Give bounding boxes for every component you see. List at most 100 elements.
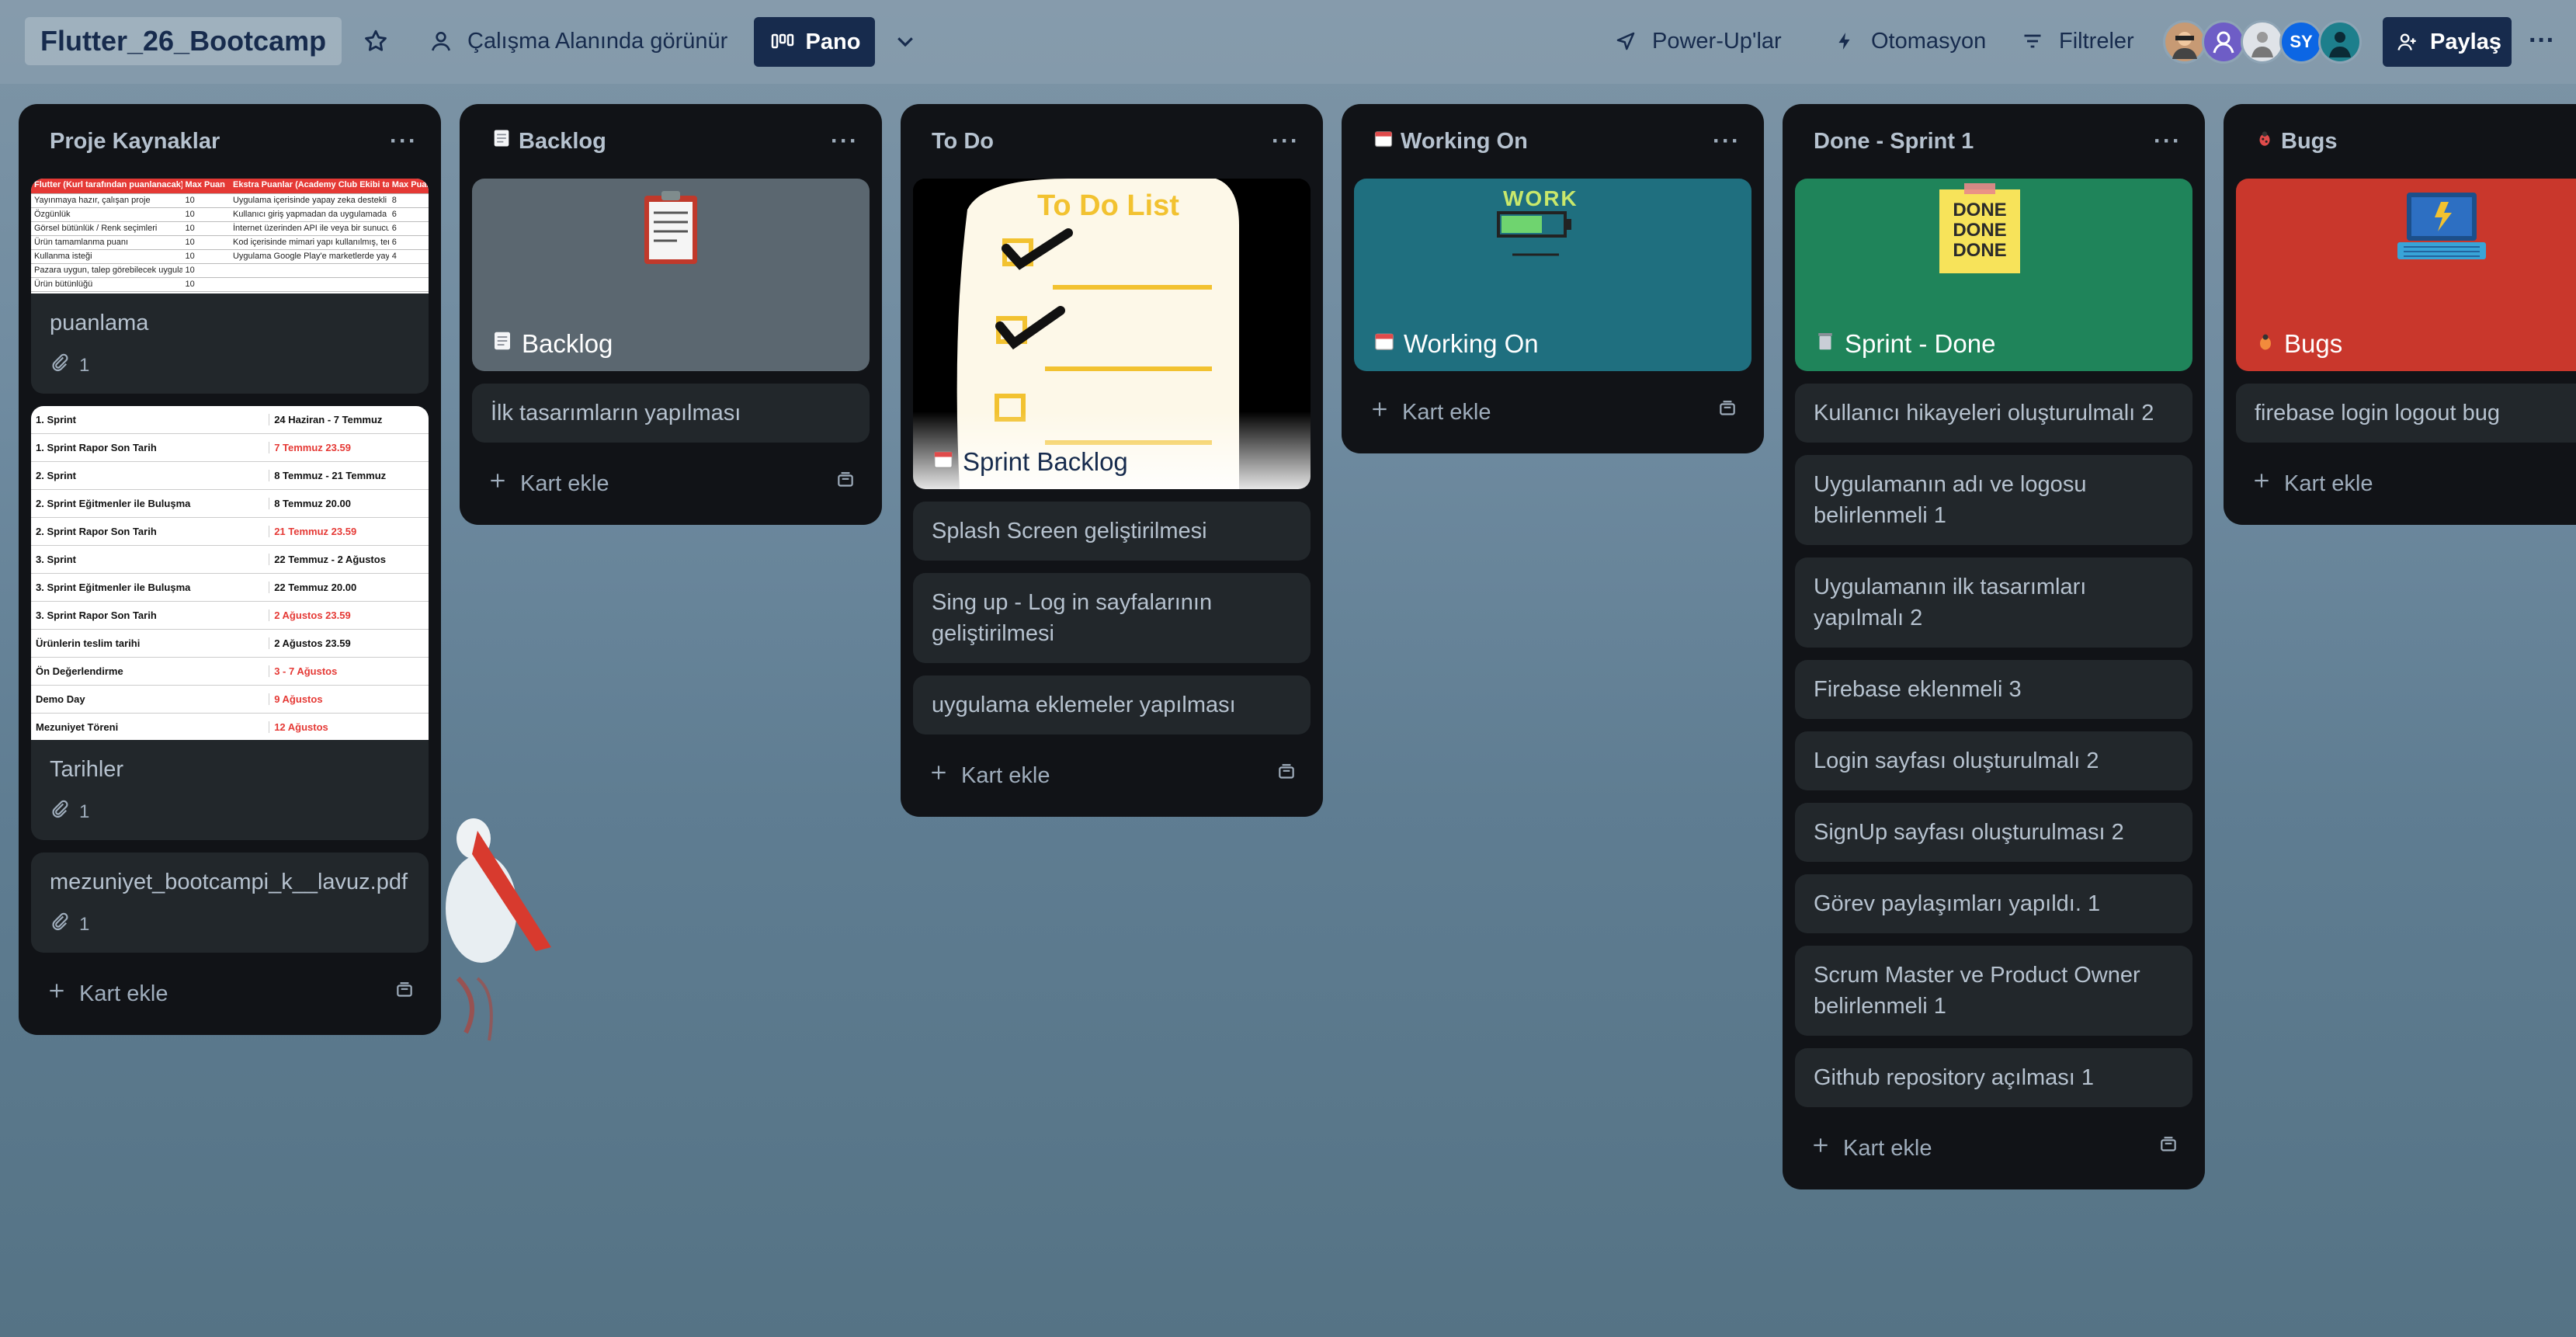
- sheet-row: Ürünlerin teslim tarihi 2 Ağustos 23.59: [31, 630, 429, 658]
- board-view-button[interactable]: Pano: [754, 17, 875, 67]
- visibility-button[interactable]: Çalışma Alanında görünür: [427, 17, 727, 65]
- star-icon: [362, 27, 390, 55]
- card[interactable]: uygulama eklemeler yapılması: [913, 675, 1311, 734]
- card[interactable]: Login sayfası oluşturulmalı 2: [1795, 731, 2192, 790]
- create-from-template-icon[interactable]: [1717, 399, 1738, 425]
- bug-emoji-icon: [2255, 128, 2275, 155]
- plus-icon: [929, 762, 949, 789]
- add-card-row: Kart ekle: [472, 455, 870, 512]
- notepad-emoji-icon: [491, 127, 512, 155]
- card[interactable]: SignUp sayfası oluşturulması 2: [1795, 803, 2192, 862]
- list-title[interactable]: Proje Kaynaklar: [50, 129, 220, 155]
- card[interactable]: Splash Screen geliştirilmesi: [913, 502, 1311, 561]
- sheet-cell: 6: [391, 210, 397, 219]
- card[interactable]: Firebase eklenmeli 3: [1795, 660, 2192, 719]
- avatar[interactable]: [2163, 20, 2206, 64]
- list-header: Done - Sprint 1 ···: [1795, 104, 2192, 179]
- add-card-row: Kart ekle: [2236, 455, 2576, 512]
- card-puanlama[interactable]: Flutter (Kurl tarafından puanlanacak) Max…: [31, 179, 429, 394]
- filters-button[interactable]: Filtreler: [2019, 17, 2134, 65]
- sheet-cell: 22 Temmuz 20.00: [274, 582, 357, 593]
- card[interactable]: firebase login logout bug: [2236, 384, 2576, 443]
- create-from-template-icon[interactable]: [835, 471, 856, 497]
- share-button[interactable]: Paylaş: [2383, 17, 2512, 67]
- add-card-row: Kart ekle: [1354, 384, 1751, 441]
- create-from-template-icon[interactable]: [1276, 762, 1297, 789]
- list-menu-button[interactable]: ···: [1713, 128, 1741, 155]
- card[interactable]: Github repository açılması 1: [1795, 1048, 2192, 1107]
- card-working-on-cover[interactable]: WORK Working On: [1354, 179, 1751, 371]
- sheet-cell: İnternet üzerinden API ile veya bir sunu…: [232, 224, 389, 233]
- star-button[interactable]: [362, 17, 390, 65]
- board-menu-button[interactable]: ···: [2523, 23, 2560, 61]
- plus-icon: [1370, 399, 1390, 425]
- card[interactable]: Scrum Master ve Product Owner belirlenme…: [1795, 946, 2192, 1036]
- avatar[interactable]: SY: [2279, 20, 2323, 64]
- avatar[interactable]: [2241, 20, 2284, 64]
- powerups-button[interactable]: Power-Up'lar: [1612, 17, 1782, 65]
- list-title[interactable]: Done - Sprint 1: [1814, 129, 1974, 155]
- cover-label-text: Working On: [1404, 329, 1539, 358]
- sheet-cell: 2. Sprint Eğitmenler ile Buluşma: [31, 498, 270, 509]
- list-menu-button[interactable]: ···: [2154, 128, 2182, 155]
- card[interactable]: Kullanıcı hikayeleri oluşturulmalı 2: [1795, 384, 2192, 443]
- add-card-label: Kart ekle: [2284, 471, 2373, 496]
- plus-icon: [1810, 1135, 1831, 1162]
- add-card-button[interactable]: Kart ekle: [929, 762, 1050, 789]
- list-menu-button[interactable]: ···: [831, 128, 859, 155]
- list-title[interactable]: Bugs: [2255, 128, 2338, 155]
- board-view-icon: [769, 28, 797, 56]
- lightning-icon: [1831, 27, 1859, 55]
- create-from-template-icon[interactable]: [394, 981, 415, 1007]
- sheet-cell: 4: [391, 252, 397, 261]
- list-menu-button[interactable]: ···: [390, 128, 418, 155]
- board-title[interactable]: Flutter_26_Bootcamp: [25, 17, 342, 65]
- card-backlog-cover[interactable]: Backlog: [472, 179, 870, 371]
- sheet-row: 3. Sprint 22 Temmuz - 2 Ağustos: [31, 546, 429, 574]
- card-title: mezuniyet_bootcampi_k__lavuz.pdf: [50, 870, 408, 894]
- sheet-cell: 1. Sprint Rapor Son Tarih: [31, 442, 270, 453]
- add-card-button[interactable]: Kart ekle: [1810, 1135, 1932, 1162]
- card[interactable]: Uygulamanın adı ve logosu belirlenmeli 1: [1795, 455, 2192, 545]
- add-card-button[interactable]: Kart ekle: [488, 471, 609, 497]
- add-card-button[interactable]: Kart ekle: [2251, 471, 2373, 497]
- sheet-cell: 2. Sprint Rapor Son Tarih: [31, 526, 270, 537]
- add-card-row: Kart ekle: [31, 965, 429, 1023]
- card[interactable]: İlk tasarımların yapılması: [472, 384, 870, 443]
- avatar[interactable]: [2318, 20, 2362, 64]
- sheet-cell: 10: [185, 266, 195, 275]
- card[interactable]: Uygulamanın ilk tasarımları yapılmalı 2: [1795, 557, 2192, 648]
- list-title[interactable]: Working On: [1373, 127, 1528, 155]
- sheet-cell: 7 Temmuz 23.59: [274, 442, 351, 453]
- card-mezuniyet-pdf[interactable]: mezuniyet_bootcampi_k__lavuz.pdf 1: [31, 853, 429, 953]
- sheet-cell: Flutter (Kurl tarafından puanlanacak): [34, 180, 182, 189]
- board-header: Flutter_26_Bootcamp Çalışma Alanında gör…: [0, 0, 2576, 84]
- list-menu-button[interactable]: ···: [1272, 128, 1300, 155]
- add-card-row: Kart ekle: [913, 747, 1311, 804]
- sheet-cell: 2 Ağustos 23.59: [274, 609, 351, 621]
- add-card-button[interactable]: Kart ekle: [1370, 399, 1491, 425]
- attachment-count: 1: [79, 800, 90, 822]
- automation-button[interactable]: Otomasyon: [1831, 17, 1986, 65]
- card-title: Uygulamanın adı ve logosu belirlenmeli 1: [1814, 472, 2087, 528]
- avatar[interactable]: [2202, 20, 2245, 64]
- sheet-cell: Ürün bütünlüğü: [34, 280, 93, 289]
- card[interactable]: Sing up - Log in sayfalarının geliştiril…: [913, 573, 1311, 663]
- list-title[interactable]: To Do: [932, 129, 994, 155]
- card-tarihler[interactable]: 1. Sprint 24 Haziran - 7 Temmuz 1. Sprint …: [31, 406, 429, 840]
- card-sprint-done-cover[interactable]: DONE DONE DONE Sprint - Done: [1795, 179, 2192, 371]
- view-switcher-dropdown[interactable]: [891, 17, 919, 65]
- add-card-button[interactable]: Kart ekle: [47, 981, 168, 1007]
- done-line: DONE: [1953, 240, 2007, 261]
- card-bugs-cover[interactable]: Bugs: [2236, 179, 2576, 371]
- sheet-cell: 2 Ağustos 23.59: [274, 637, 351, 649]
- card-sprint-backlog-cover[interactable]: To Do List Sprint Backlog: [913, 179, 1311, 489]
- filters-label: Filtreler: [2059, 28, 2134, 54]
- list-title[interactable]: Backlog: [491, 127, 606, 155]
- sheet-row: Ön Değerlendirme 3 - 7 Ağustos: [31, 658, 429, 686]
- create-from-template-icon[interactable]: [2158, 1135, 2178, 1162]
- cover-label: Backlog: [491, 329, 613, 359]
- background-pelican-image: [435, 792, 567, 1048]
- card[interactable]: Görev paylaşımları yapıldı. 1: [1795, 874, 2192, 933]
- card-title: Kullanıcı hikayeleri oluşturulmalı 2: [1814, 401, 2154, 425]
